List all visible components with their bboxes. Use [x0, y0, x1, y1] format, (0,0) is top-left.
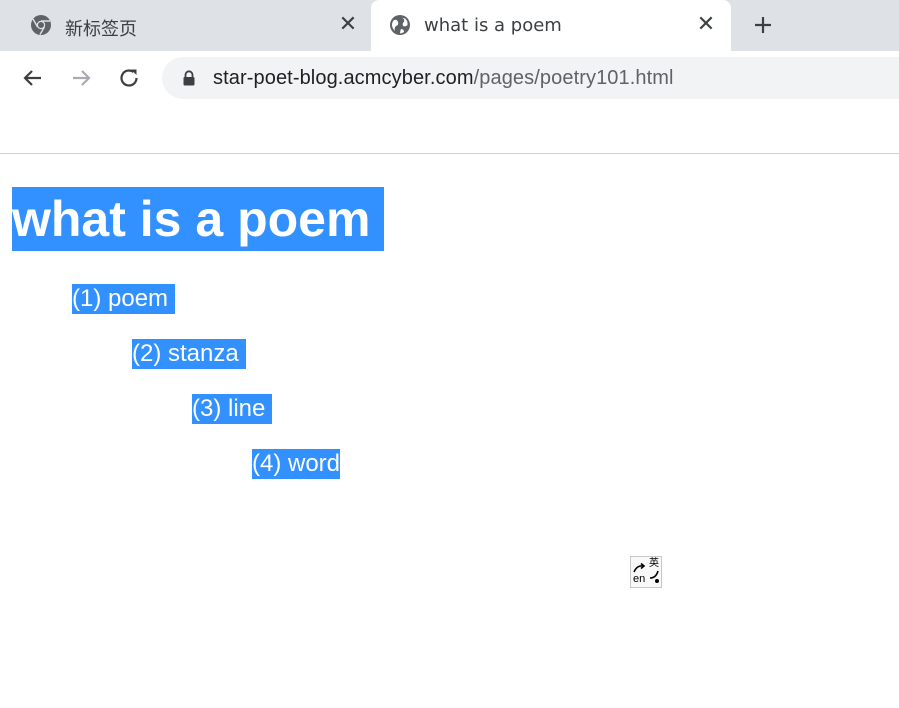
- list-item: (1) poem: [72, 284, 176, 314]
- plus-icon: [755, 17, 771, 33]
- forward-button[interactable]: [67, 64, 95, 92]
- back-arrow-icon: [23, 70, 41, 86]
- ime-english-label: en: [633, 573, 646, 585]
- tab-strip: 新标签页 ✕ what is a poem ✕: [0, 0, 899, 51]
- forward-arrow-icon: [73, 70, 91, 86]
- back-button[interactable]: [19, 64, 47, 92]
- url-text[interactable]: star-poet-blog.acmcyber.com/pages/poetry…: [213, 67, 674, 90]
- url-path: /pages/poetry101.html: [473, 67, 674, 89]
- globe-icon: [390, 15, 410, 35]
- tab-title: 新标签页: [65, 19, 137, 40]
- reload-icon: [120, 69, 138, 87]
- tab-new-tab[interactable]: 新标签页 ✕: [0, 0, 371, 51]
- reload-button[interactable]: [115, 64, 143, 92]
- close-tab-icon[interactable]: ✕: [336, 13, 360, 37]
- list-item: (2) stanza: [132, 339, 246, 369]
- lock-icon: [183, 70, 195, 86]
- tab-title: what is a poem: [424, 15, 562, 36]
- list-item: (3) line: [192, 394, 273, 424]
- address-bar[interactable]: star-poet-blog.acmcyber.com/pages/poetry…: [162, 57, 899, 99]
- url-host: star-poet-blog.acmcyber.com: [213, 67, 474, 89]
- tab-what-is-a-poem[interactable]: what is a poem ✕: [371, 0, 731, 51]
- ime-chinese-label: 英: [649, 558, 659, 569]
- close-tab-icon[interactable]: ✕: [694, 13, 718, 37]
- new-tab-button[interactable]: [749, 11, 777, 39]
- list-item: (4) word: [252, 449, 341, 479]
- ime-indicator[interactable]: 英 en: [630, 556, 662, 588]
- browser-toolbar: star-poet-blog.acmcyber.com/pages/poetry…: [0, 51, 899, 105]
- chrome-icon: [31, 15, 51, 35]
- toolbar-divider: [0, 153, 899, 154]
- page-heading: what is a poem: [12, 187, 385, 251]
